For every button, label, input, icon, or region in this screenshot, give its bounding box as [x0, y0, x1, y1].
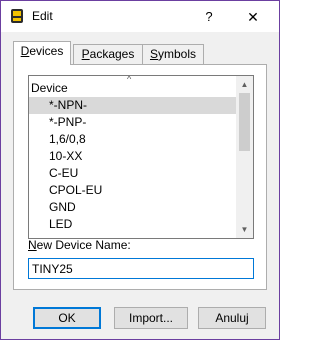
dialog-footer: OK Import... Anuluj	[1, 291, 279, 339]
device-listbox[interactable]: Device ^ *-NPN- *-PNP- 1,6/0,8 10-XX C-EU CPO…	[28, 75, 254, 239]
close-icon[interactable]: ✕	[241, 6, 265, 28]
import-button[interactable]: Import...	[114, 307, 188, 329]
ok-button[interactable]: OK	[33, 307, 101, 329]
scroll-thumb[interactable]	[239, 93, 250, 151]
device-list-item[interactable]: 1,6/0,8	[29, 131, 238, 148]
device-list-item[interactable]: LED	[29, 216, 238, 233]
new-device-name-input[interactable]	[28, 258, 254, 279]
device-list-item[interactable]: 10-XX	[29, 148, 238, 165]
devices-panel: Device ^ *-NPN- *-PNP- 1,6/0,8 10-XX C-EU CPO…	[13, 64, 267, 290]
device-list-item[interactable]: CPOL-EU	[29, 182, 238, 199]
scroll-down-icon[interactable]: ▼	[236, 221, 253, 238]
tab-symbols-label: Symbols	[149, 47, 197, 61]
window-title: Edit	[32, 9, 53, 23]
tab-devices[interactable]: Devices	[13, 41, 71, 65]
cancel-button[interactable]: Anuluj	[198, 307, 266, 329]
device-list-item[interactable]: GND	[29, 199, 238, 216]
edit-dialog: Edit ? ✕ Devices Packages Symbols Device…	[0, 0, 280, 340]
tab-symbols[interactable]: Symbols	[142, 44, 204, 64]
new-device-name-label: New Device Name:	[28, 238, 131, 252]
help-button[interactable]: ?	[197, 6, 221, 28]
tab-devices-label: Devices	[20, 44, 64, 58]
device-list-item[interactable]: *-PNP-	[29, 114, 238, 131]
device-list-item[interactable]: C-EU	[29, 165, 238, 182]
device-column-header[interactable]: Device	[31, 81, 68, 95]
device-list-items: *-NPN- *-PNP- 1,6/0,8 10-XX C-EU CPOL-EU GND LE…	[29, 97, 238, 233]
title-bar: Edit ? ✕	[1, 1, 279, 32]
tab-packages-label: Packages	[81, 47, 135, 61]
tab-packages[interactable]: Packages	[73, 44, 143, 64]
app-icon	[11, 9, 23, 23]
device-list-scrollbar[interactable]: ▲ ▼	[236, 76, 253, 238]
sort-arrow-icon: ^	[127, 75, 132, 84]
scroll-up-icon[interactable]: ▲	[236, 76, 253, 93]
device-list-item[interactable]: *-NPN-	[29, 97, 238, 114]
